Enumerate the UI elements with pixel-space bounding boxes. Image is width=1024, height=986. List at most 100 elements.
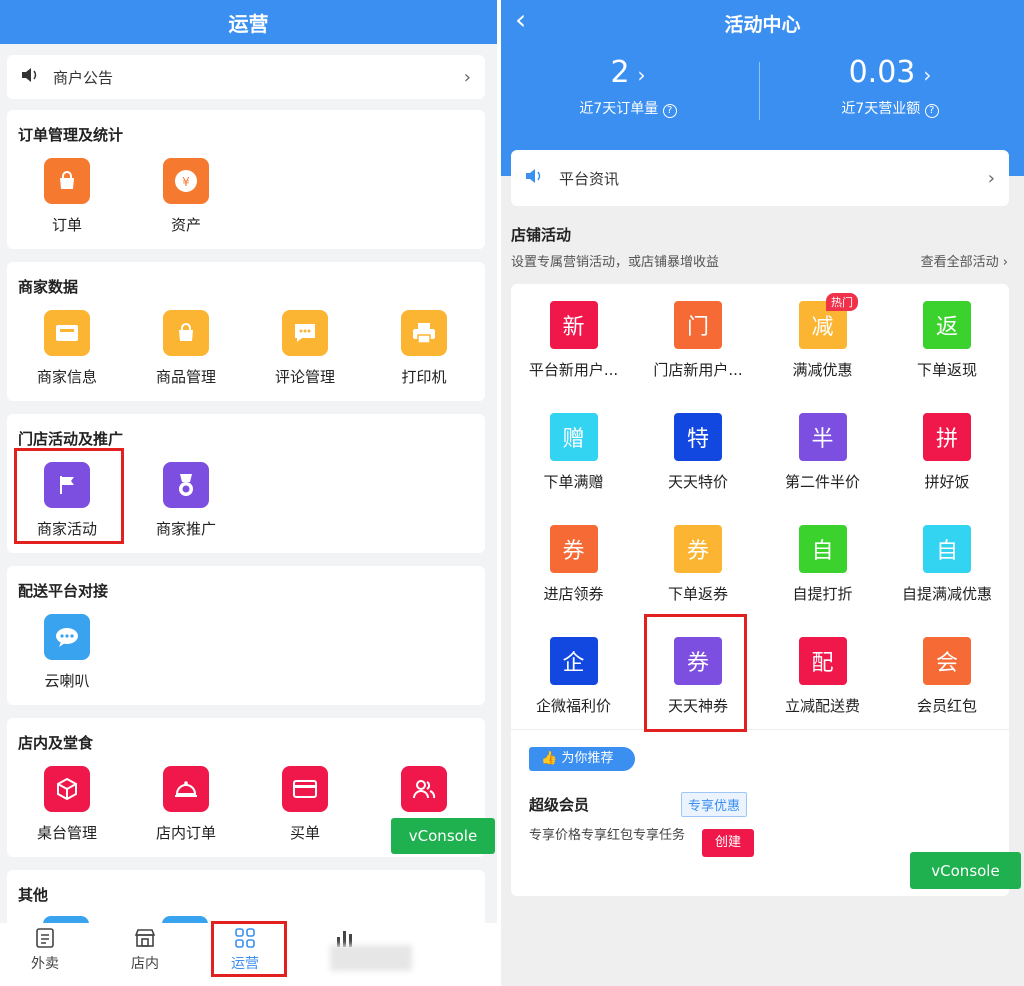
grid-item-merchant-info[interactable]: 商家信息 [7,310,127,387]
section-delivery-platform: 配送平台对接 云喇叭 [7,566,485,705]
activity-label: 天天特价 [667,473,728,491]
activity-label: 下单返现 [916,361,977,379]
vconsole-button[interactable]: vConsole [910,852,1021,889]
medal-icon [163,462,209,508]
activity-glyph-icon: 赠 [549,413,598,461]
grid-item-product-mgmt[interactable]: 商品管理 [126,310,246,387]
activity-item[interactable]: 企企微福利价 [511,637,636,716]
section-subtitle: 设置专属营销活动，或店铺暴增收益 [511,255,720,270]
highlight-box [644,614,747,732]
tab-takeout[interactable]: 外卖 [0,927,90,973]
activity-label: 门店新用户... [653,361,743,379]
activity-glyph-icon: 半 [798,413,847,461]
activity-label: 自提打折 [792,585,853,603]
activity-glyph-icon: 会 [923,637,971,685]
stat-orders[interactable]: 2 › 近7天订单量 ? [503,55,753,118]
platform-news-bar[interactable]: 平台资讯 › [511,150,1009,206]
card-icon [282,766,328,812]
activity-item[interactable]: 特天天特价 [636,413,761,492]
activity-item[interactable]: 拼拼好饭 [885,413,1010,492]
blurred-region [330,945,412,971]
activity-label: 平台新用户... [528,361,619,379]
store-icon [100,927,190,953]
activity-item[interactable]: 券下单返券 [636,525,761,604]
bell-tray-icon [163,766,209,812]
users-icon [401,766,447,812]
grid-item-orders[interactable]: 订单 [7,158,127,235]
activity-item[interactable]: 会会员红包 [885,637,1010,716]
chevron-right-icon: › [637,63,646,87]
stat-revenue[interactable]: 0.03 › 近7天营业额 ? [765,55,1015,118]
grid-item-cloud-speaker[interactable]: 云喇叭 [7,614,127,691]
grid-item-table-mgmt[interactable]: 桌台管理 [7,766,127,843]
notice-text: 商户公告 [53,68,114,87]
hot-badge: 热门 [826,293,858,311]
activity-label: 立减配送费 [784,697,860,715]
stat-divider [759,62,760,120]
activity-glyph-icon: 券 [674,525,722,573]
activity-item[interactable]: 新平台新用户... [511,301,636,380]
grid-item-printer[interactable]: 打印机 [364,310,484,387]
activity-label: 自提满减优惠 [901,585,992,603]
cube-icon [44,766,90,812]
activity-label: 第二件半价 [784,473,860,491]
activity-grid-card: 新平台新用户... 门门店新用户... 减热门 满减优惠返下单返现赠下单满赠特天天特价… [511,284,1009,896]
vconsole-button[interactable]: vConsole [391,818,495,854]
activity-item[interactable]: 自自提满减优惠 [885,525,1010,604]
page-title: 活动中心 [724,14,801,36]
grid-item-users[interactable] [364,766,484,822]
member-title: 超级会员 [529,796,590,814]
create-button[interactable]: 创建 [702,829,754,857]
view-all-link[interactable]: 查看全部活动 › [921,251,1008,270]
list-icon [0,927,90,953]
member-badge: 专享优惠 [681,792,748,817]
activity-glyph-icon: 门 [674,301,722,349]
section-title: 其他 [18,886,49,904]
activity-item[interactable]: 返下单返现 [885,301,1010,380]
grid-item-comment-mgmt[interactable]: 评论管理 [245,310,365,387]
grid-item-assets[interactable]: ¥ 资产 [126,158,246,235]
grid-item-merchant-promotion[interactable]: 商家推广 [126,462,246,539]
bag-icon [44,158,90,204]
tab-instore[interactable]: 店内 [100,927,190,973]
section-title: 门店活动及推广 [18,430,124,448]
activity-label: 下单返券 [667,585,728,603]
activity-item[interactable]: 券进店领券 [511,525,636,604]
activity-glyph-icon: 拼 [923,413,971,461]
help-icon: ? [662,104,677,118]
svg-text:¥: ¥ [182,175,190,189]
activity-glyph-icon: 企 [549,637,598,685]
activity-label: 会员红包 [916,697,977,715]
section-merchant-data: 商家数据 商家信息 商品管理 评论管理 打印机 [7,262,485,401]
grid-item-checkout[interactable]: 买单 [245,766,365,843]
highlight-box [211,921,287,977]
chevron-right-icon: › [463,66,471,88]
member-desc: 专享价格专享红包专享任务 [529,828,686,843]
grid-item-instore-orders[interactable]: 店内订单 [126,766,246,843]
merchant-notice-bar[interactable]: 商户公告 › [7,55,485,99]
shop-info-icon [44,310,90,356]
divider [511,729,1009,730]
activity-item[interactable]: 配立减配送费 [760,637,885,716]
activity-item[interactable]: 自自提打折 [760,525,885,604]
thumbs-up-icon: 👍 [541,751,558,766]
shopping-bag-icon [163,310,209,356]
section-title: 店内及堂食 [18,734,94,752]
activity-label: 企微福利价 [535,697,611,715]
operations-screen: 运营 商户公告 › 订单管理及统计 订单 ¥ 资产 商家数据 商家信息 商品管理… [0,0,497,986]
yuan-coin-icon: ¥ [163,158,209,204]
comment-icon [282,310,328,356]
activity-item[interactable]: 半第二件半价 [760,413,885,492]
activity-glyph-icon: 自 [923,525,971,573]
activity-item[interactable]: 门门店新用户... [636,301,761,380]
highlight-box [14,448,124,544]
activity-glyph-icon: 配 [798,637,847,685]
page-title: 运营 [0,0,497,44]
section-order-stats: 订单管理及统计 订单 ¥ 资产 [7,110,485,249]
activity-item[interactable]: 减热门 满减优惠 [760,293,885,380]
section-title: 店铺活动 [511,226,572,244]
activity-label: 下单满赠 [543,473,604,491]
activity-item[interactable]: 赠下单满赠 [511,413,636,492]
section-title: 订单管理及统计 [18,126,124,144]
activity-glyph-icon: 自 [798,525,847,573]
